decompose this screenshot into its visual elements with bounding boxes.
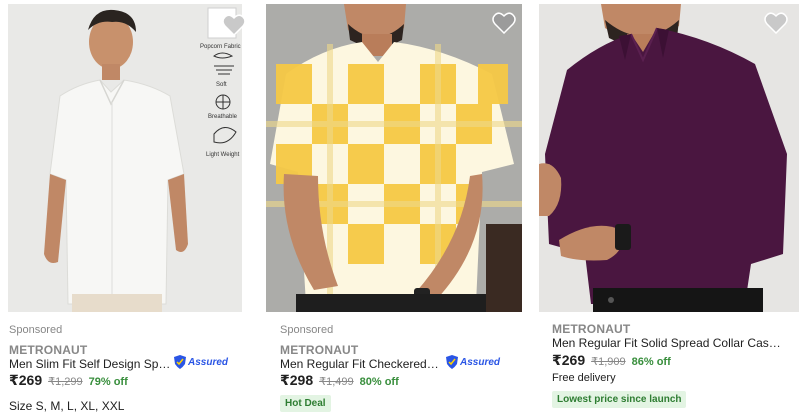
assured-label: Assured [460, 356, 501, 368]
product-image[interactable]: Popcorn Fabric Soft Breathable Light Wei… [8, 4, 242, 312]
brand-name: METRONAUT [552, 322, 631, 336]
product-title[interactable]: Men Slim Fit Self Design Spre... [9, 357, 171, 371]
product-title[interactable]: Men Regular Fit Checkered S... [280, 357, 442, 371]
assured-shield-icon [174, 355, 186, 369]
sponsored-label: Sponsored [280, 324, 334, 336]
hot-deal-tag: Hot Deal [280, 395, 331, 412]
wishlist-heart-icon[interactable] [492, 12, 516, 35]
discount-percent: 80% off [359, 376, 399, 388]
original-price: ₹1,299 [48, 376, 83, 388]
brand-name: METRONAUT [9, 343, 88, 357]
product-card[interactable]: Popcorn Fabric Soft Breathable Light Wei… [0, 0, 262, 414]
product-card[interactable]: Sponsored METRONAUT Men Regular Fit Chec… [266, 0, 532, 414]
price-row: ₹269 ₹1,909 86% off [552, 352, 671, 369]
product-card[interactable]: METRONAUT Men Regular Fit Solid Spread C… [539, 0, 800, 414]
discount-percent: 79% off [88, 376, 128, 388]
price-row: ₹269 ₹1,299 79% off [9, 372, 128, 389]
wishlist-heart-icon[interactable] [764, 12, 788, 35]
original-price: ₹1,909 [591, 356, 626, 368]
product-image[interactable] [266, 4, 522, 312]
selling-price: ₹298 [280, 372, 314, 388]
product-image[interactable] [539, 4, 799, 312]
selling-price: ₹269 [552, 352, 586, 368]
assured-shield-icon [446, 355, 458, 369]
feature-label: Popcorn Fabric [200, 44, 241, 50]
wishlist-heart-icon[interactable] [222, 14, 246, 37]
price-row: ₹298 ₹1,499 80% off [280, 372, 399, 389]
feature-label: Light Weight [206, 152, 240, 158]
assured-badge: Assured [446, 355, 500, 369]
lowest-price-tag: Lowest price since launch [552, 391, 687, 408]
original-price: ₹1,499 [319, 376, 354, 388]
assured-label: Assured [188, 356, 229, 368]
available-sizes: Size S, M, L, XL, XXL [9, 399, 125, 413]
feature-label: Breathable [208, 114, 238, 120]
discount-percent: 86% off [631, 356, 671, 368]
brand-name: METRONAUT [280, 343, 359, 357]
product-title[interactable]: Men Regular Fit Solid Spread Collar Casu… [552, 336, 784, 350]
selling-price: ₹269 [9, 372, 43, 388]
delivery-info: Free delivery [552, 372, 616, 384]
feature-label: Soft [216, 82, 227, 88]
assured-badge: Assured [174, 355, 228, 369]
sponsored-label: Sponsored [9, 324, 63, 336]
